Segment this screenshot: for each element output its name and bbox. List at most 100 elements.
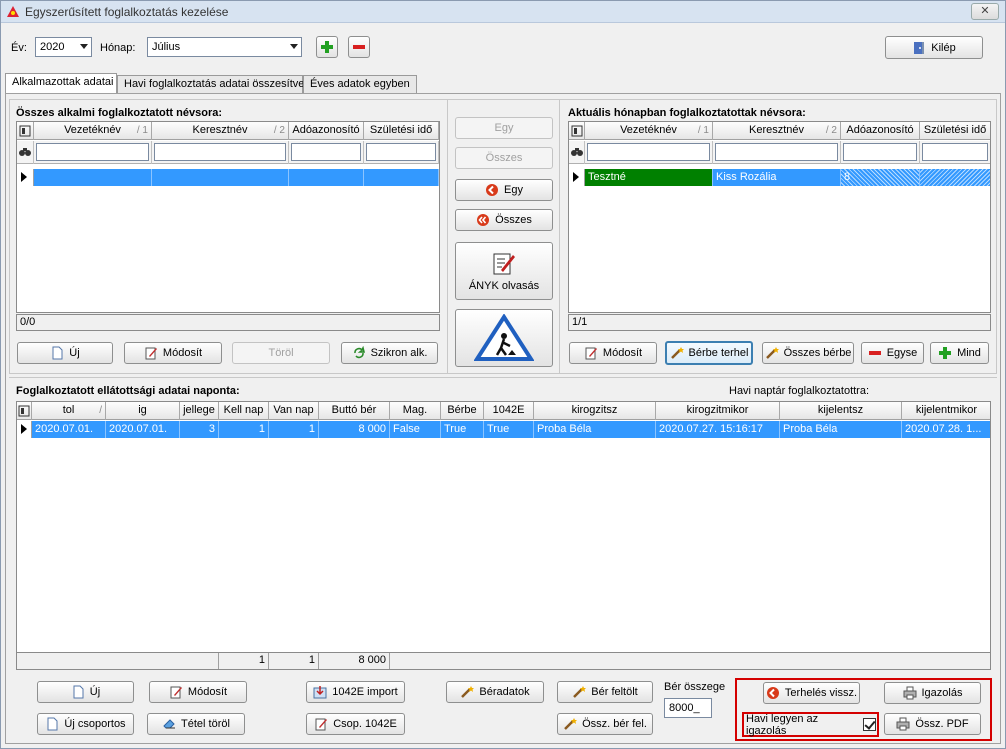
sum-pdf-button[interactable]: Össz. PDF <box>884 713 981 735</box>
tab-employees[interactable]: Alkalmazottak adatai <box>5 73 117 94</box>
new-group-button[interactable]: Új csoportos <box>37 713 134 735</box>
filter-keresztnev-input[interactable] <box>154 143 286 161</box>
column-chooser-icon[interactable] <box>17 402 32 420</box>
wage-upload-button[interactable]: Bér feltölt <box>557 681 653 703</box>
col-1042e[interactable]: 1042E <box>484 402 534 420</box>
back-one-button[interactable]: Egy <box>455 179 553 201</box>
col-van-nap[interactable]: Van nap <box>269 402 319 420</box>
col-berbe[interactable]: Bérbe <box>441 402 484 420</box>
back-all-button[interactable]: Összes <box>455 209 553 231</box>
tab-yearly-data[interactable]: Éves adatok egyben <box>303 75 417 93</box>
sync-icon <box>353 346 365 359</box>
road-work-button[interactable] <box>455 309 553 367</box>
footer-kell-nap: 1 <box>219 653 269 669</box>
modify-employee-button[interactable]: Módosít <box>124 342 222 364</box>
exit-button[interactable]: Kilép <box>885 36 983 59</box>
col-keresztnev[interactable]: Keresztnév/ 2 <box>713 122 841 140</box>
col-tol[interactable]: tol / <box>32 402 106 420</box>
move-all-button[interactable]: Összes <box>455 147 553 169</box>
table-row[interactable]: Tesztné Kiss Rozália 8 <box>569 169 990 186</box>
filter-vezeteknev-input[interactable] <box>587 143 710 161</box>
edit-icon <box>145 347 157 360</box>
cell-kijelentmikor: 2020.07.28. 1... <box>902 421 990 438</box>
filter-keresztnev-input[interactable] <box>715 143 838 161</box>
cell-butto-ber: 8 000 <box>319 421 390 438</box>
move-one-button[interactable]: Egy <box>455 117 553 139</box>
group-1042e-button[interactable]: Csop. 1042E <box>306 713 405 735</box>
filter-adoazonosito-input[interactable] <box>843 143 917 161</box>
filter-szuletesi-input[interactable] <box>922 143 988 161</box>
modify-record-button[interactable]: Módosít <box>149 681 247 703</box>
remove-month-button[interactable] <box>348 36 370 58</box>
sync-button[interactable]: Szikron alk. <box>341 342 438 364</box>
col-vezeteknev[interactable]: Vezetéknév/ 1 <box>34 122 152 140</box>
anyk-read-button[interactable]: ÁNYK olvasás <box>455 242 553 300</box>
modify-current-button[interactable]: Módosít <box>569 342 657 364</box>
wage-sum-input[interactable]: 8000_ <box>664 698 712 718</box>
month-select[interactable]: Július <box>147 37 302 57</box>
daily-data-grid[interactable]: tol / ig jellege Kell nap Van nap Buttó b… <box>16 401 991 670</box>
col-kirogzitsz[interactable]: kirogzitsz <box>534 402 656 420</box>
new-employee-button[interactable]: Új <box>17 342 113 364</box>
select-all-button[interactable]: Mind <box>930 342 989 364</box>
chevron-down-icon <box>80 44 88 49</box>
left-panel-title: Összes alkalmi foglalkoztatott névsora: <box>16 107 223 119</box>
minus-icon <box>868 351 881 355</box>
filter-szuletesi-input[interactable] <box>366 143 436 161</box>
magic-wand-icon <box>564 718 578 730</box>
footer-van-nap: 1 <box>269 653 319 669</box>
title-bar: Egyszerűsített foglalkoztatás kezelése ✕ <box>1 1 1005 23</box>
filter-vezeteknev-input[interactable] <box>36 143 149 161</box>
new-record-button[interactable]: Új <box>37 681 134 703</box>
col-adoazonosito[interactable]: Adóazonosító <box>289 122 364 140</box>
col-kirogzitmikor[interactable]: kirogzitmikor <box>656 402 780 420</box>
tab-monthly-summary[interactable]: Havi foglalkoztatás adatai összesítve <box>117 75 304 93</box>
col-jellege[interactable]: jellege <box>180 402 219 420</box>
cell-keresztnev: Kiss Rozália <box>713 169 841 186</box>
col-butto-ber[interactable]: Buttó bér <box>319 402 390 420</box>
magic-wand-icon <box>461 686 475 698</box>
delete-item-button[interactable]: Tétel töröl <box>147 713 245 735</box>
current-month-grid[interactable]: Vezetéknév/ 1 Keresztnév/ 2 Adóazonosító… <box>568 121 991 313</box>
monthly-cert-checkbox[interactable]: Havi legyen az igazolás <box>746 713 876 737</box>
lend-button[interactable]: Bérbe terhel <box>665 341 753 365</box>
delete-employee-button[interactable]: Töröl <box>232 342 330 364</box>
table-row[interactable] <box>17 169 439 186</box>
col-ig[interactable]: ig <box>106 402 180 420</box>
payroll-data-button[interactable]: Béradatok <box>446 681 544 703</box>
all-employees-grid[interactable]: Vezetéknév/ 1 Keresztnév/ 2 Adóazonosító… <box>16 121 440 313</box>
cell-mag: False <box>390 421 441 438</box>
col-kell-nap[interactable]: Kell nap <box>219 402 269 420</box>
add-month-button[interactable] <box>316 36 338 58</box>
year-select[interactable]: 2020 <box>35 37 92 57</box>
footer-butto-ber: 8 000 <box>319 653 390 669</box>
column-chooser-icon[interactable] <box>569 122 585 140</box>
cell-jellege: 3 <box>180 421 219 438</box>
col-szuletesi-ido[interactable]: Születési idő <box>364 122 439 140</box>
right-panel-title: Aktuális hónapban foglalkoztatottak névs… <box>568 107 806 119</box>
col-keresztnev[interactable]: Keresztnév/ 2 <box>152 122 289 140</box>
col-vezeteknev[interactable]: Vezetéknév/ 1 <box>585 122 713 140</box>
col-mag[interactable]: Mag. <box>390 402 441 420</box>
certificate-button[interactable]: Igazolás <box>884 682 981 704</box>
sum-wage-upload-button[interactable]: Össz. bér fel. <box>557 713 653 735</box>
lend-all-button[interactable]: Összes bérbe <box>762 342 854 364</box>
col-adoazonosito[interactable]: Adóazonosító <box>841 122 920 140</box>
calendar-label: Havi naptár foglalkoztatottra: <box>729 385 870 397</box>
month-label: Hónap: <box>100 42 136 54</box>
import-1042e-button[interactable]: 1042E import <box>306 681 405 703</box>
remove-one-button[interactable]: Egyse <box>861 342 924 364</box>
revert-charge-button[interactable]: Terhelés vissz. <box>763 682 860 704</box>
app-icon <box>7 6 19 17</box>
column-chooser-icon[interactable] <box>17 122 34 140</box>
col-kijelentmikor[interactable]: kijelentmikor <box>902 402 990 420</box>
col-szuletesi-ido[interactable]: Születési idő <box>920 122 990 140</box>
close-button[interactable]: ✕ <box>971 3 999 20</box>
col-kijelentsz[interactable]: kijelentsz <box>780 402 902 420</box>
table-row[interactable]: 2020.07.01. 2020.07.01. 3 1 1 8 000 Fals… <box>17 421 990 438</box>
grid-footer: 1 1 8 000 <box>17 652 990 669</box>
checkbox-checked-icon[interactable] <box>863 718 876 731</box>
divider <box>9 377 997 378</box>
eraser-icon <box>163 719 176 729</box>
filter-adoazonosito-input[interactable] <box>291 143 361 161</box>
